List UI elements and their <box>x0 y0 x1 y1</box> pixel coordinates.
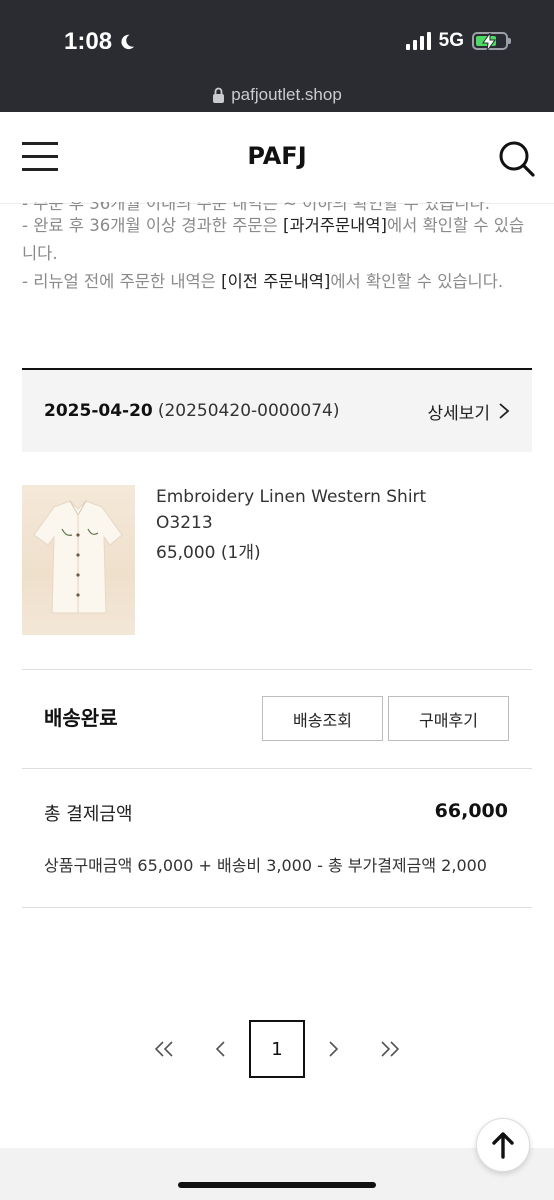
double-chevron-left-icon <box>154 1041 173 1057</box>
next-page-button[interactable] <box>320 1020 348 1078</box>
shipping-status: 배송완료 <box>44 706 118 730</box>
url-bar[interactable]: pafjoutlet.shop <box>0 78 554 112</box>
moon-icon <box>121 34 135 50</box>
site-logo[interactable]: PAFJ <box>0 142 554 170</box>
search-icon[interactable] <box>498 140 536 178</box>
notice-line-2: - 리뉴얼 전에 주문한 내역은 [이전 주문내역]에서 확인할 수 있습니다. <box>22 268 532 296</box>
product-quantity: (1개) <box>220 543 261 563</box>
notice-text: - 완료 후 36개월 이상 경과한 주문은 <box>22 216 284 235</box>
divider <box>22 768 532 769</box>
notice-line-1: - 완료 후 36개월 이상 경과한 주문은 [과거주문내역]에서 확인할 수 … <box>22 212 532 268</box>
chevron-right-icon <box>329 1041 339 1057</box>
product-thumbnail[interactable] <box>22 485 135 635</box>
order-detail-link[interactable]: 상세보기 <box>427 399 510 424</box>
product-name[interactable]: Embroidery Linen Western Shirt <box>156 484 526 510</box>
notice-text: - 리뉴얼 전에 주문한 내역은 <box>22 272 222 291</box>
double-chevron-right-icon <box>381 1041 400 1057</box>
signal-icon <box>405 32 431 50</box>
page-1-button[interactable]: 1 <box>249 1020 305 1078</box>
product-price: 65,000 <box>156 543 216 563</box>
pagination: 1 <box>0 1020 554 1078</box>
scroll-top-button[interactable] <box>476 1118 530 1172</box>
shirt-image <box>33 500 123 614</box>
previous-orders-link[interactable]: [이전 주문내역] <box>221 272 330 291</box>
order-date: 2025-04-20 <box>44 401 153 421</box>
page-footer-strip <box>0 1148 554 1200</box>
chevron-left-icon <box>215 1041 225 1057</box>
total-payment-label: 총 결제금액 <box>44 804 133 825</box>
notice-text: 에서 확인할 수 있습니다. <box>330 272 504 291</box>
battery-charging-icon <box>472 32 511 51</box>
order-notice: - 주문 후 36개월 이내의 주문 내역은 ~ 이하의 확인할 수 있습니다.… <box>22 202 532 332</box>
site-header: PAFJ <box>0 112 554 204</box>
order-number: (20250420-0000074) <box>157 401 340 421</box>
first-page-button[interactable] <box>146 1020 182 1078</box>
detail-label: 상세보기 <box>427 403 490 424</box>
home-indicator[interactable] <box>178 1182 376 1188</box>
status-indicators: 5G <box>405 30 511 52</box>
product-info: Embroidery Linen Western Shirt O3213 65,… <box>156 484 526 566</box>
write-review-button[interactable]: 구매후기 <box>388 696 509 741</box>
product-price-row: 65,000 (1개) <box>156 540 526 566</box>
chevron-right-icon <box>499 403 510 419</box>
arrow-up-icon <box>492 1132 514 1159</box>
status-bar: 1:08 5G <box>0 0 554 78</box>
divider <box>22 907 532 908</box>
payment-breakdown: 상품구매금액 65,000 + 배송비 3,000 - 총 부가결제금액 2,0… <box>44 856 487 875</box>
time-text: 1:08 <box>64 28 113 55</box>
track-shipping-button[interactable]: 배송조회 <box>262 696 383 741</box>
lock-icon <box>213 87 225 103</box>
order-id: 2025-04-20 (20250420-0000074) <box>44 401 339 421</box>
status-time: 1:08 <box>64 28 136 56</box>
last-page-button[interactable] <box>372 1020 408 1078</box>
order-header: 2025-04-20 (20250420-0000074) 상세보기 <box>22 368 532 452</box>
total-payment-value: 66,000 <box>434 800 508 822</box>
product-code: O3213 <box>156 513 213 533</box>
past-orders-link[interactable]: [과거주문내역] <box>283 216 387 235</box>
network-label: 5G <box>438 30 464 51</box>
notice-cut-line: - 주문 후 36개월 이내의 주문 내역은 ~ 이하의 확인할 수 있습니다. <box>22 202 491 213</box>
divider <box>22 669 532 670</box>
url-text: pafjoutlet.shop <box>231 85 342 104</box>
prev-page-button[interactable] <box>206 1020 234 1078</box>
